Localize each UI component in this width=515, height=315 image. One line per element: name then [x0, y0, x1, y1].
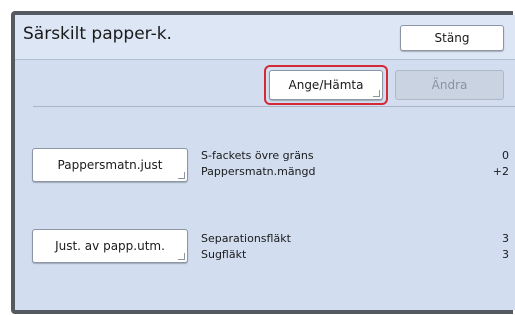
special-paper-panel: Särskilt papper-k. Stäng Ange/Hämta Ändr… — [15, 15, 515, 310]
divider — [33, 106, 515, 107]
setting-label: Separationsfläkt — [201, 232, 291, 245]
set-fetch-button[interactable]: Ange/Hämta — [269, 70, 383, 100]
setting-label: Pappersmatn.mängd — [201, 165, 316, 178]
setting-label: S-fackets övre gräns — [201, 149, 314, 162]
close-button[interactable]: Stäng — [400, 25, 504, 51]
setting-value: 0 — [502, 149, 509, 162]
page-title: Särskilt papper-k. — [23, 24, 172, 44]
setting-label: Sugfläkt — [201, 248, 247, 261]
change-button[interactable]: Ändra — [395, 70, 504, 100]
setting-value: 3 — [502, 232, 509, 245]
header-bar: Särskilt papper-k. Stäng — [15, 15, 515, 60]
paper-feed-adjust-button[interactable]: Pappersmatn.just — [32, 148, 188, 182]
setting-value: +2 — [492, 165, 509, 178]
setting-value: 3 — [502, 248, 509, 261]
paper-output-adjust-button[interactable]: Just. av papp.utm. — [32, 229, 188, 263]
